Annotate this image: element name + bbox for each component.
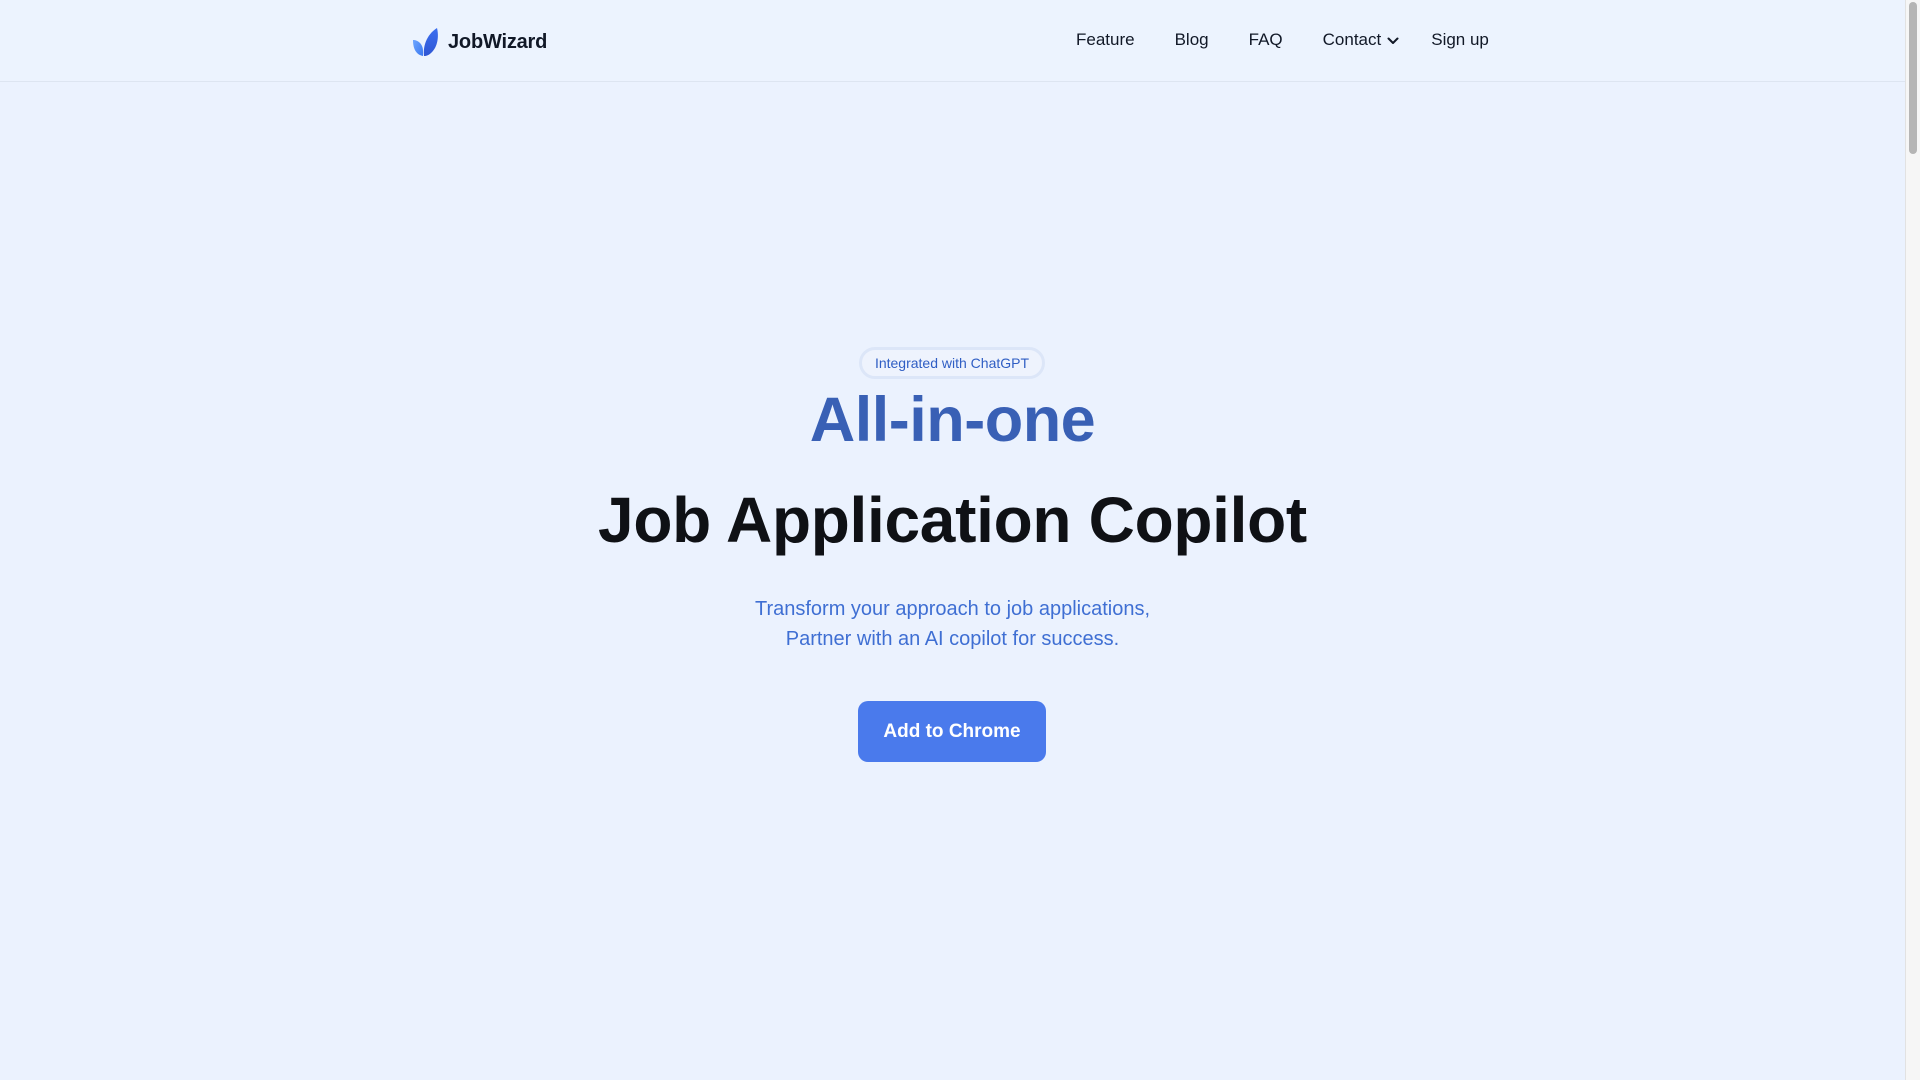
- nav-contact-label: Contact: [1322, 30, 1382, 49]
- add-to-chrome-button[interactable]: Add to Chrome: [858, 701, 1046, 762]
- subtitle-line-2: Partner with an AI copilot for success.: [785, 628, 1120, 650]
- nav-feature[interactable]: Feature: [1076, 30, 1135, 50]
- nav-sign-up[interactable]: Sign up: [1431, 30, 1489, 50]
- page-scrollbar[interactable]: [1905, 0, 1920, 1080]
- page: JobWizard Feature Blog FAQ Contact Sign …: [0, 0, 1920, 1080]
- headline-accent: All-in-one: [809, 385, 1096, 455]
- leaf-logo-icon: [412, 27, 440, 57]
- brand-name: JobWizard: [448, 30, 548, 53]
- chevron-down-icon: [1387, 30, 1399, 50]
- scrollbar-thumb[interactable]: [1909, 2, 1917, 154]
- hero-subtitle: Transform your approach to job applicati…: [0, 594, 1905, 654]
- site-header: JobWizard Feature Blog FAQ Contact Sign …: [0, 0, 1905, 82]
- nav-blog[interactable]: Blog: [1175, 30, 1209, 50]
- headline-main: Job Application Copilot: [598, 484, 1307, 556]
- main-nav: Feature Blog FAQ Contact Sign up: [1076, 30, 1489, 50]
- brand-logo-link[interactable]: JobWizard: [412, 27, 547, 57]
- chatgpt-badge: Integrated with ChatGPT: [859, 347, 1045, 379]
- nav-faq[interactable]: FAQ: [1249, 30, 1283, 50]
- nav-contact-dropdown[interactable]: Contact: [1323, 30, 1400, 50]
- subtitle-line-1: Transform your approach to job applicati…: [754, 598, 1151, 620]
